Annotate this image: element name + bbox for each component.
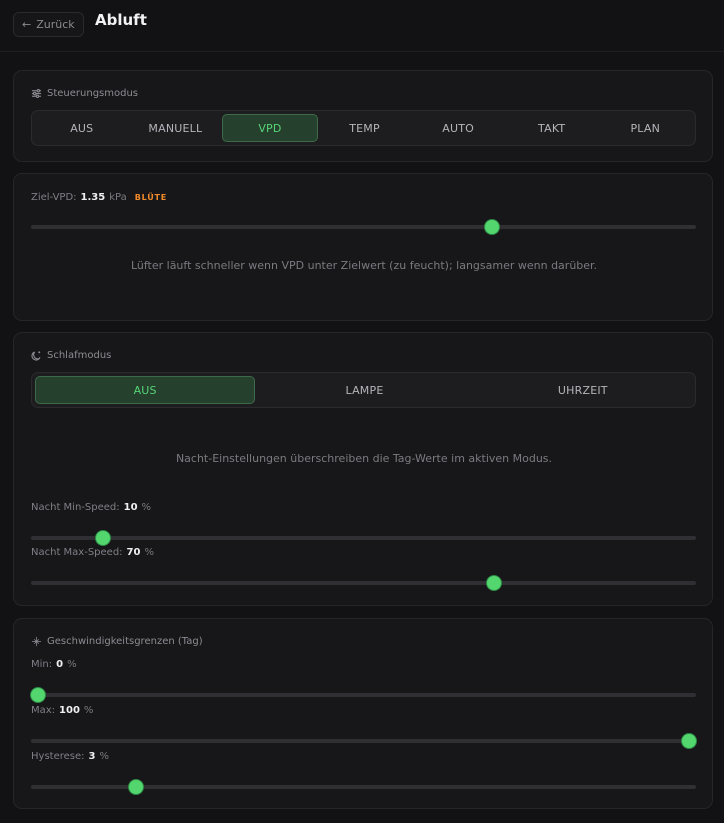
target-vpd-label-row: Ziel-VPD: 1.35 kPa BLÜTE xyxy=(31,192,167,203)
target-vpd-card: Ziel-VPD: 1.35 kPa BLÜTE Lüfter läuft sc… xyxy=(13,173,713,321)
sliders-icon xyxy=(31,89,42,98)
control-mode-selector: AUS MANUELL VPD TEMP AUTO TAKT PLAN xyxy=(31,110,696,146)
arrow-left-icon: ← xyxy=(22,18,32,31)
page-title: Abluft xyxy=(95,11,147,29)
hysteresis-label-row: Hysterese: 3 % xyxy=(31,751,109,762)
night-max-label: Nacht Max-Speed: xyxy=(31,547,123,558)
max-unit: % xyxy=(83,705,94,716)
hysteresis-label: Hysterese: xyxy=(31,751,85,762)
hysteresis-value: 3 xyxy=(88,751,96,762)
sleep-mode-selector: AUS LAMPE UHRZEIT xyxy=(31,372,696,408)
night-min-label: Nacht Min-Speed: xyxy=(31,502,120,513)
target-vpd-value: 1.35 xyxy=(80,192,106,203)
slider-thumb[interactable] xyxy=(484,220,499,234)
hysteresis-unit: % xyxy=(99,751,109,762)
slider-thumb[interactable] xyxy=(682,734,696,748)
speed-limits-heading: Geschwindigkeitsgrenzen (Tag) xyxy=(31,636,203,647)
phase-badge: BLÜTE xyxy=(134,193,168,202)
night-min-label-row: Nacht Min-Speed: 10 % xyxy=(31,502,151,513)
night-max-slider[interactable] xyxy=(31,575,696,591)
sleep-option-aus[interactable]: AUS xyxy=(35,376,256,404)
target-vpd-unit: kPa xyxy=(109,192,127,203)
page-header: ← Zurück Abluft xyxy=(0,0,724,52)
max-label-row: Max: 100 % xyxy=(31,705,93,716)
slider-thumb[interactable] xyxy=(128,780,143,794)
control-mode-card: Steuerungsmodus AUS MANUELL VPD TEMP AUTO TAK… xyxy=(13,70,713,162)
mode-option-auto[interactable]: AUTO xyxy=(411,114,505,142)
slider-track xyxy=(31,225,696,229)
slider-thumb[interactable] xyxy=(96,531,111,545)
speed-limits-card: Geschwindigkeitsgrenzen (Tag) Min: 0 % M… xyxy=(13,618,713,809)
sleep-option-lampe[interactable]: LAMPE xyxy=(255,376,473,404)
back-label: Zurück xyxy=(36,18,75,31)
mode-option-plan[interactable]: PLAN xyxy=(598,114,692,142)
sleep-mode-title: Schlafmodus xyxy=(47,350,112,361)
slider-track xyxy=(31,693,696,697)
mode-option-takt[interactable]: TAKT xyxy=(505,114,599,142)
min-unit: % xyxy=(67,659,77,670)
mode-option-vpd[interactable]: VPD xyxy=(222,114,318,142)
slider-track xyxy=(31,581,696,585)
max-value: 100 xyxy=(59,705,80,716)
speed-limits-title: Geschwindigkeitsgrenzen (Tag) xyxy=(47,636,203,647)
night-min-slider[interactable] xyxy=(31,530,696,546)
night-max-label-row: Nacht Max-Speed: 70 % xyxy=(31,547,154,558)
slider-track xyxy=(31,536,696,540)
sleep-hint: Nacht-Einstellungen überschreiben die Ta… xyxy=(175,452,553,465)
slider-thumb[interactable] xyxy=(486,576,501,590)
night-max-value: 70 xyxy=(126,547,141,558)
target-vpd-label: Ziel-VPD: xyxy=(31,192,77,203)
target-vpd-slider[interactable] xyxy=(31,219,696,235)
back-button[interactable]: ← Zurück xyxy=(13,12,84,37)
sleep-option-uhrzeit[interactable]: UHRZEIT xyxy=(474,376,692,404)
max-label: Max: xyxy=(31,705,56,716)
mode-option-temp[interactable]: TEMP xyxy=(318,114,412,142)
control-mode-title: Steuerungsmodus xyxy=(47,88,139,99)
max-speed-slider[interactable] xyxy=(31,733,696,749)
night-max-unit: % xyxy=(144,547,154,558)
night-min-value: 10 xyxy=(123,502,138,513)
mode-option-manuell[interactable]: MANUELL xyxy=(129,114,223,142)
mode-option-aus[interactable]: AUS xyxy=(35,114,129,142)
min-label-row: Min: 0 % xyxy=(31,659,77,670)
night-min-unit: % xyxy=(141,502,152,513)
slider-thumb[interactable] xyxy=(31,688,45,702)
min-label: Min: xyxy=(31,659,53,670)
sleep-mode-card: Schlafmodus AUS LAMPE UHRZEIT Nacht-Einste… xyxy=(13,332,713,606)
sleep-mode-heading: Schlafmodus xyxy=(31,350,111,361)
vpd-hint: Lüfter läuft schneller wenn VPD unter Zi… xyxy=(130,259,598,272)
moon-icon xyxy=(31,351,41,361)
control-mode-heading: Steuerungsmodus xyxy=(31,88,138,99)
sparkle-icon xyxy=(31,636,42,647)
slider-track xyxy=(31,739,696,743)
min-value: 0 xyxy=(56,659,64,670)
min-speed-slider[interactable] xyxy=(31,687,696,703)
hysteresis-slider[interactable] xyxy=(31,779,696,795)
